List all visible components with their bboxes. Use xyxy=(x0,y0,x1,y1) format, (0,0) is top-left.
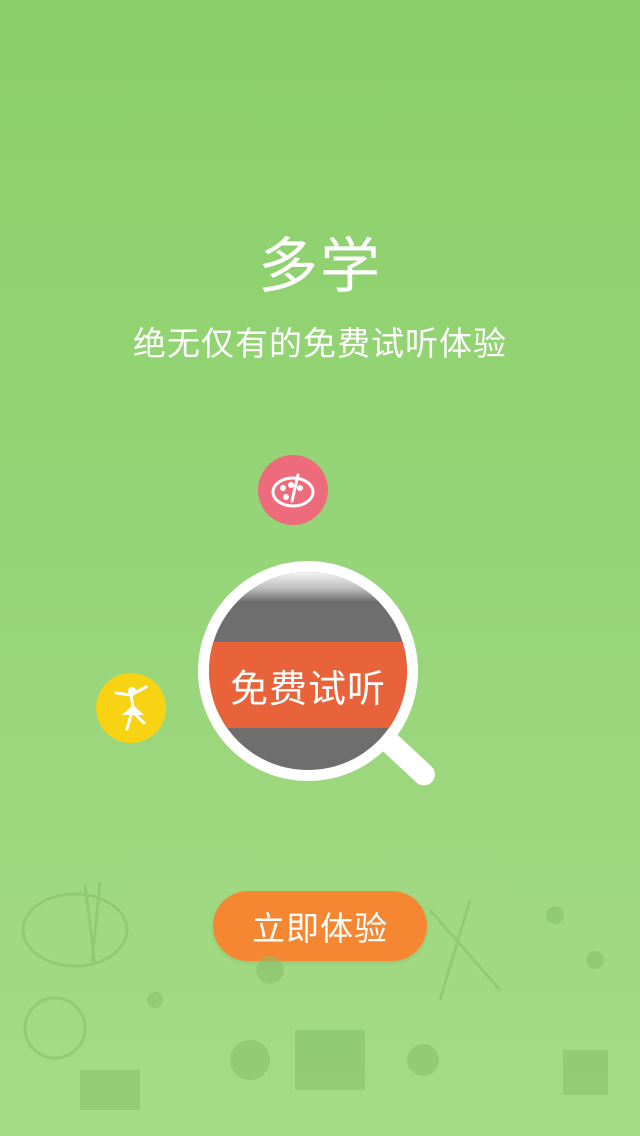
lens-highlight xyxy=(209,572,407,602)
magnifier-lens: 免费试听 xyxy=(209,572,407,770)
watermark-pingpong-icon xyxy=(230,1040,270,1080)
watermark-piano-icon xyxy=(295,1030,365,1090)
watermark-seal-icon xyxy=(23,996,87,1060)
watermark-athlete-icon xyxy=(586,951,604,969)
watermark-dancer-icon xyxy=(147,992,163,1008)
watermark-racket-icon xyxy=(428,909,502,991)
watermark-runner-icon xyxy=(546,906,564,924)
watermark-basketball-icon xyxy=(407,1044,439,1076)
palette-icon xyxy=(271,473,315,508)
dancer-icon xyxy=(114,685,148,731)
dancer-bubble xyxy=(96,673,166,743)
page-subtitle: 绝无仅有的免费试听体验 xyxy=(133,324,507,363)
palette-bubble xyxy=(258,455,328,525)
activities-watermark xyxy=(21,881,608,1110)
watermark-palette-icon xyxy=(21,892,129,968)
free-trial-label: 免费试听 xyxy=(209,642,407,728)
page-title: 多学 xyxy=(258,232,382,302)
watermark-chess-icon xyxy=(80,1070,140,1110)
watermark-football-icon xyxy=(256,956,284,984)
watermark-accordion-icon xyxy=(563,1050,608,1095)
magnifier-icon: 免费试听 xyxy=(198,561,418,781)
